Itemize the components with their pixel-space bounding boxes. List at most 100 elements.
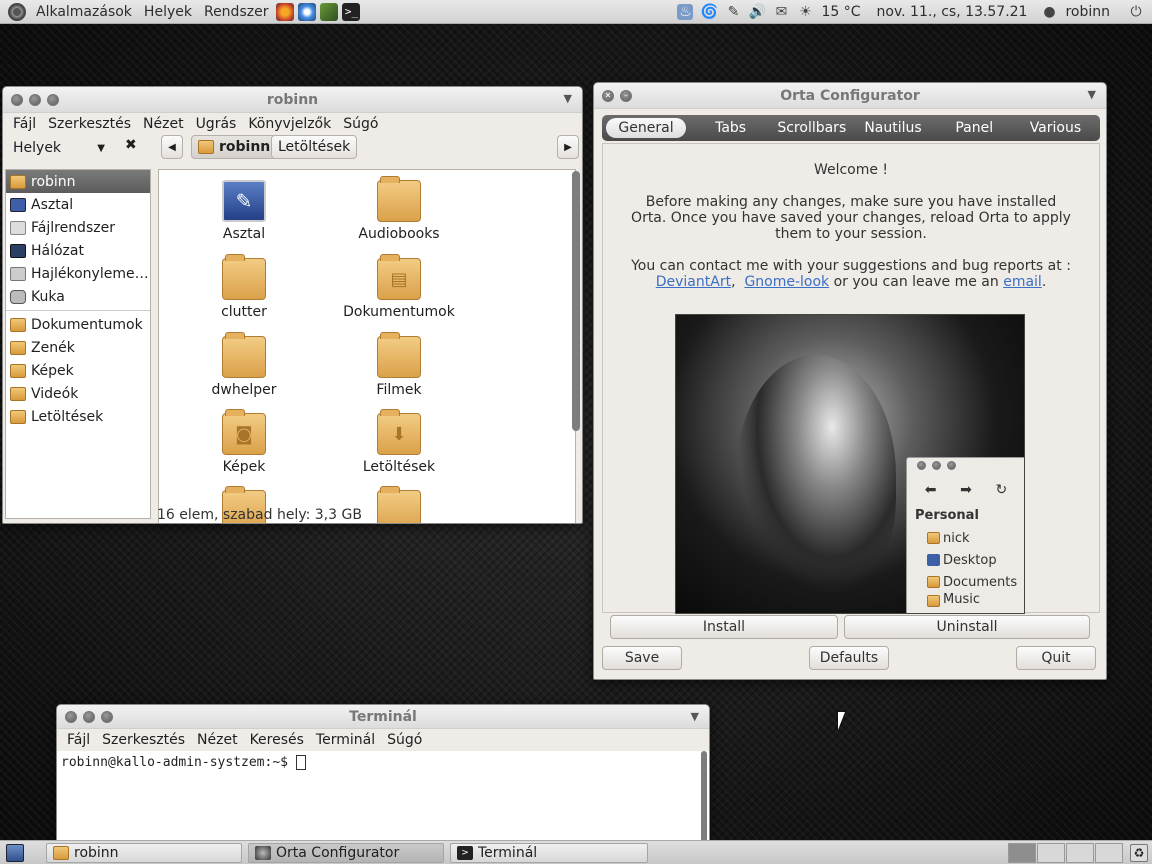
volume-icon[interactable]: 🔊 (749, 4, 766, 20)
minimize-icon[interactable] (29, 93, 41, 106)
menu-help[interactable]: Súgó (381, 732, 428, 748)
forward-arrow-icon[interactable]: ▶ (557, 135, 579, 159)
uninstall-button[interactable]: Uninstall (844, 615, 1090, 639)
save-button[interactable]: Save (602, 646, 682, 670)
menu-view[interactable]: Nézet (137, 116, 190, 132)
close-icon[interactable] (65, 710, 77, 723)
sidebar-item-filesystem[interactable]: Fájlrendszer (6, 216, 150, 239)
scrollbar[interactable] (572, 171, 580, 431)
taskbar-item-orta[interactable]: Orta Configurator (248, 843, 444, 863)
breadcrumb-robinn[interactable]: robinn (191, 135, 278, 159)
window-menu-icon[interactable]: ▼ (1088, 88, 1096, 101)
sidebar-item-videos[interactable]: Videók (6, 382, 150, 405)
email-link[interactable]: email (1003, 274, 1042, 290)
menu-file[interactable]: Fájl (7, 116, 42, 132)
taskbar-label: Terminál (478, 845, 538, 861)
workspace-1[interactable] (1008, 843, 1036, 863)
flame-icon[interactable]: ♨ (677, 3, 694, 20)
menu-edit[interactable]: Szerkesztés (96, 732, 191, 748)
close-icon[interactable]: ✕ (602, 89, 614, 102)
places-dropdown[interactable]: Helyek ▼ (9, 137, 109, 159)
menu-edit[interactable]: Szerkesztés (42, 116, 137, 132)
maximize-icon[interactable] (101, 710, 113, 723)
close-icon[interactable] (11, 93, 23, 106)
terminal-area[interactable]: robinn@kallo-admin-systzem:~$ (57, 751, 709, 853)
file-item-downloads[interactable]: ⬇ Letöltések (324, 409, 474, 475)
back-arrow-icon[interactable]: ◀ (161, 135, 183, 159)
image-viewer-icon[interactable] (320, 2, 339, 21)
menubar: Fájl Szerkesztés Nézet Keresés Terminál … (57, 729, 709, 751)
menu-view[interactable]: Nézet (191, 732, 244, 748)
taskbar-item-robinn[interactable]: robinn (46, 843, 242, 863)
sidebar-item-pictures[interactable]: Képek (6, 359, 150, 382)
sidebar-item-network[interactable]: Hálózat (6, 239, 150, 262)
titlebar[interactable]: ✕ – Orta Configurator ▼ (594, 83, 1106, 109)
window-menu-icon[interactable]: ▼ (564, 92, 572, 105)
pen-icon[interactable]: ✎ (725, 4, 741, 20)
sidebar-item-documents[interactable]: Dokumentumok (6, 313, 150, 336)
file-item-documents[interactable]: ▤ Dokumentumok (324, 254, 474, 320)
file-item-desktop[interactable]: ✎ Asztal (169, 180, 319, 242)
sidebar-item-floppy[interactable]: Hajlékonyleme… (6, 262, 150, 285)
menu-terminal[interactable]: Terminál (310, 732, 381, 748)
taskbar-item-terminal[interactable]: > Terminál (450, 843, 648, 863)
status-bar: 16 elem, szabad hely: 3,3 GB (157, 507, 362, 523)
mail-icon[interactable]: ✉ (773, 4, 789, 20)
sidebar-item-trash[interactable]: Kuka (6, 285, 150, 308)
tab-nautilus[interactable]: Nautilus (852, 118, 933, 138)
gnome-look-link[interactable]: Gnome-look (744, 274, 829, 290)
sidebar-item-music[interactable]: Zenék (6, 336, 150, 359)
titlebar[interactable]: Terminál ▼ (57, 705, 709, 729)
terminal-icon[interactable]: >_ (342, 2, 361, 21)
firefox-icon[interactable] (276, 2, 295, 21)
ubuntu-logo-icon[interactable] (8, 2, 26, 21)
workspace-3[interactable] (1066, 843, 1094, 863)
deviantart-link[interactable]: DeviantArt (656, 274, 731, 290)
chromium-icon[interactable] (298, 2, 317, 21)
power-icon[interactable]: ⏻ (1128, 4, 1144, 20)
terminal-prompt: robinn@kallo-admin-systzem:~$ (61, 755, 288, 770)
user-name[interactable]: robinn (1065, 4, 1110, 20)
workspace-4[interactable] (1095, 843, 1123, 863)
sidebar-item-desktop[interactable]: Asztal (6, 193, 150, 216)
menu-file[interactable]: Fájl (61, 732, 96, 748)
minimize-icon[interactable]: – (620, 89, 632, 102)
menu-go[interactable]: Ugrás (190, 116, 243, 132)
window-menu-icon[interactable]: ▼ (691, 710, 699, 723)
weather-temperature[interactable]: 15 °C (821, 4, 860, 20)
close-sidebar-icon[interactable]: ✖ (125, 137, 137, 153)
or-text: or you can leave me an (833, 274, 999, 290)
file-item-dwhelper[interactable]: dwhelper (169, 332, 319, 398)
tab-panel[interactable]: Panel (934, 118, 1015, 138)
file-item-audiobooks[interactable]: Audiobooks (324, 176, 474, 242)
sidebar-item-downloads[interactable]: Letöltések (6, 405, 150, 428)
menu-search[interactable]: Keresés (244, 732, 310, 748)
scrollbar[interactable] (701, 751, 707, 853)
install-button[interactable]: Install (610, 615, 838, 639)
file-item-pictures[interactable]: ◙ Képek (169, 409, 319, 475)
menu-applications[interactable]: Alkalmazások (30, 4, 138, 20)
maximize-icon[interactable] (47, 93, 59, 106)
tab-tabs[interactable]: Tabs (690, 118, 771, 138)
defaults-button[interactable]: Defaults (809, 646, 889, 670)
file-item-clutter[interactable]: clutter (169, 254, 319, 320)
file-item-movies[interactable]: Filmek (324, 332, 474, 398)
tab-scrollbars[interactable]: Scrollbars (771, 118, 852, 138)
breadcrumb-downloads[interactable]: Letöltések (271, 135, 358, 159)
spiral-icon[interactable]: 🌀 (701, 4, 718, 20)
titlebar[interactable]: robinn ▼ (3, 87, 582, 113)
show-desktop-icon[interactable] (6, 844, 24, 862)
quit-button[interactable]: Quit (1016, 646, 1096, 670)
tab-general[interactable]: General (606, 118, 686, 138)
menu-system[interactable]: Rendszer (198, 4, 274, 20)
artwork-figure (736, 355, 896, 595)
minimize-icon[interactable] (83, 710, 95, 723)
trash-icon[interactable]: ♻ (1130, 844, 1148, 862)
tab-various[interactable]: Various (1015, 118, 1096, 138)
workspace-2[interactable] (1037, 843, 1065, 863)
clock[interactable]: nov. 11., cs, 13.57.21 (877, 4, 1028, 20)
sidebar-item-home[interactable]: robinn (6, 170, 150, 193)
menu-help[interactable]: Súgó (337, 116, 384, 132)
menu-places[interactable]: Helyek (138, 4, 198, 20)
menu-bookmarks[interactable]: Könyvjelzők (242, 116, 337, 132)
